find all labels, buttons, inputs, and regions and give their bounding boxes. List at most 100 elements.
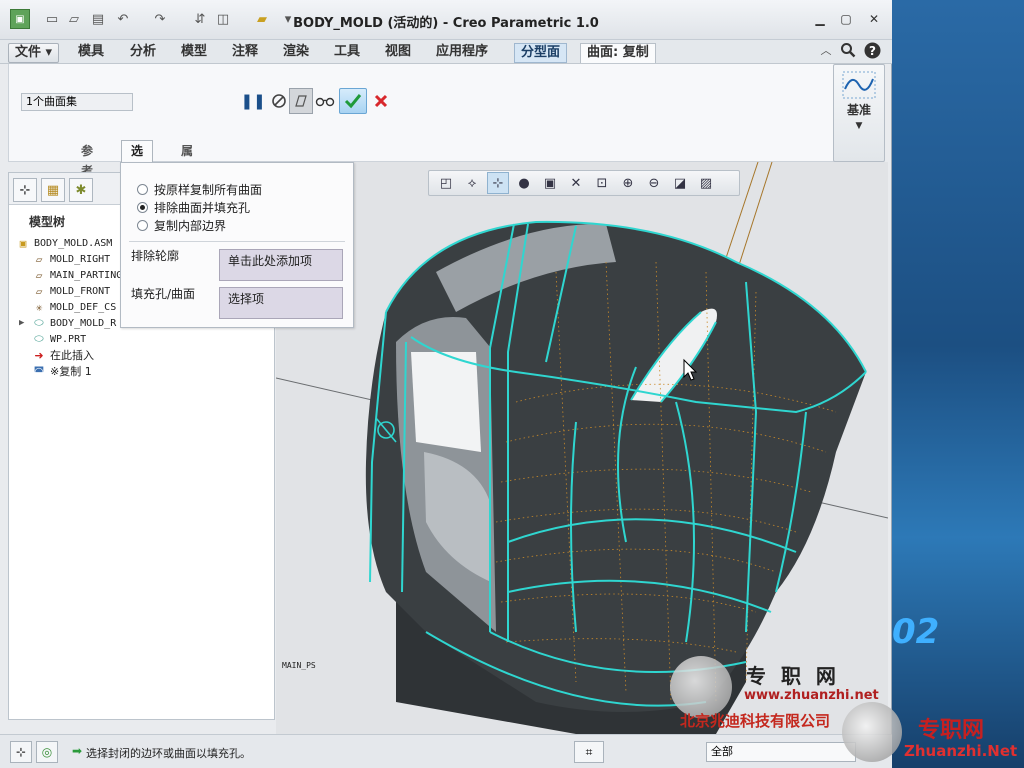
tree-item-label: MOLD_DEF_CS xyxy=(50,301,117,313)
fill-holes-collector[interactable]: 选择项 xyxy=(219,287,343,319)
toggle-navigator-icon[interactable]: ⊹ xyxy=(10,741,32,763)
find-icon[interactable]: ⌗ xyxy=(574,741,604,763)
radio-copy-inner-indicator[interactable] xyxy=(137,219,148,231)
tree-item-label: WP.PRT xyxy=(50,333,87,345)
tab-analysis[interactable]: 分析 xyxy=(124,43,162,63)
favorites-tab-icon[interactable]: ✱ xyxy=(69,178,93,202)
tree-item-body-mold-ref[interactable]: ▶ ⬭ BODY_MOLD_R xyxy=(19,315,116,331)
creo-window: ▣ ▭ ▱ ▤ ↶ ↷ ⇵ ◫ ▰ ▾ BODY_MOLD (活动的) - Cr… xyxy=(0,0,892,768)
tree-item-wp-prt[interactable]: ⬭ WP.PRT xyxy=(31,331,86,347)
title-bar: ▣ ▭ ▱ ▤ ↶ ↷ ⇵ ◫ ▰ ▾ BODY_MOLD (活动的) - Cr… xyxy=(0,0,892,40)
display-style-icon[interactable]: ● xyxy=(513,172,535,194)
radio-copy-inner-boundary[interactable]: 复制内部边界 xyxy=(137,217,226,233)
tree-item-label: BODY_MOLD_R xyxy=(50,317,117,329)
model-tree-title: 模型树 xyxy=(29,215,66,229)
tree-item-label: MAIN_PARTING xyxy=(50,269,123,281)
exclude-contours-collector[interactable]: 单击此处添加项 xyxy=(219,249,343,281)
model-tree-tab-icon[interactable]: ⊹ xyxy=(13,178,37,202)
subtab-properties[interactable]: 属性 xyxy=(171,140,203,178)
part-icon: ⬭ xyxy=(34,332,44,345)
tree-item-label: BODY_MOLD.ASM xyxy=(34,237,113,249)
zoom-in-icon[interactable]: ⊕ xyxy=(617,172,639,194)
tree-item-mold-front[interactable]: ▱ MOLD_FRONT xyxy=(31,283,111,299)
status-bar: ⊹ ◎ ➡ 选择封闭的边环或曲面以填充孔。 ⌗ 全部 xyxy=(0,734,892,768)
radio-exclude-fill-indicator[interactable] xyxy=(137,201,148,213)
selection-filter[interactable]: 全部 xyxy=(706,742,856,762)
datum-dropdown-icon[interactable]: ▼ xyxy=(834,121,884,131)
options-panel: 按原样复制所有曲面 排除曲面并填充孔 复制内部边界 排除轮廓 单击此处添加项 填… xyxy=(120,162,354,328)
expand-arrow-icon[interactable]: ▶ xyxy=(19,318,31,328)
minimize-icon[interactable]: ▁ xyxy=(810,10,830,28)
desktop-background xyxy=(892,0,1024,768)
cancel-button[interactable] xyxy=(369,88,393,114)
tab-annotate[interactable]: 注释 xyxy=(226,43,264,63)
radio-copy-all-label: 按原样复制所有曲面 xyxy=(154,182,263,197)
datum-button[interactable]: 基准 ▼ xyxy=(833,64,885,162)
tree-item-label: MOLD_RIGHT xyxy=(50,253,111,265)
tree-item-assembly[interactable]: ▣ BODY_MOLD.ASM xyxy=(15,235,113,251)
verify-glasses-icon[interactable] xyxy=(313,88,337,114)
file-menu[interactable]: 文件 ▾ xyxy=(8,43,60,63)
static-preview-icon[interactable] xyxy=(289,88,313,114)
no-preview-icon[interactable] xyxy=(267,88,291,114)
surface-set-collector[interactable]: 1个曲面集 xyxy=(21,93,133,111)
radio-copy-all-indicator[interactable] xyxy=(137,183,148,195)
folder-browser-tab-icon[interactable]: ▦ xyxy=(41,178,65,202)
desktop-number: 02 xyxy=(892,612,940,652)
repaint-icon[interactable]: ◪ xyxy=(669,172,691,194)
coordinate-system-icon: ✳ xyxy=(35,300,43,314)
datum-curve-icon xyxy=(842,71,876,99)
datum-plane-icon: ▱ xyxy=(35,252,43,266)
part-icon: ⬭ xyxy=(34,316,44,329)
subtab-references[interactable]: 参考 xyxy=(71,140,103,178)
tab-surface-copy[interactable]: 曲面: 复制 xyxy=(580,43,656,63)
tree-item-main-parting[interactable]: ▱ MAIN_PARTING xyxy=(31,267,123,283)
graphics-window[interactable]: MAIN_PS xyxy=(276,162,888,734)
maximize-icon[interactable]: ▢ xyxy=(836,10,856,28)
coordinate-display-icon[interactable]: ✕ xyxy=(565,172,587,194)
copy-dashboard: 1个曲面集 ❚❚ 参考 选项 属性 xyxy=(8,64,884,178)
spin-center-icon[interactable]: ⊹ xyxy=(487,172,509,194)
tab-model[interactable]: 模型 xyxy=(175,43,213,63)
tree-item-mold-right[interactable]: ▱ MOLD_RIGHT xyxy=(31,251,111,267)
watermark-brand-2: 专职网 xyxy=(918,718,985,743)
zoom-out-icon[interactable]: ⊖ xyxy=(643,172,665,194)
tree-item-label: 在此插入 xyxy=(50,349,94,362)
radio-copy-all[interactable]: 按原样复制所有曲面 xyxy=(137,181,262,197)
help-icon[interactable]: ? xyxy=(862,40,882,60)
graphics-toolbar: ◰ ⟡ ⊹ ● ▣ ✕ ⊡ ⊕ ⊖ ◪ ▨ xyxy=(428,170,740,196)
annotation-display-icon[interactable]: ▨ xyxy=(695,172,717,194)
watermark-company: 北京兆迪科技有限公司 xyxy=(680,712,831,730)
insert-arrow-icon: ➜ xyxy=(34,348,44,362)
toggle-browser-icon[interactable]: ◎ xyxy=(36,741,58,763)
subtab-options[interactable]: 选项 xyxy=(121,140,154,178)
exclude-contours-label: 排除轮廓 xyxy=(131,249,180,263)
tab-mold[interactable]: 模具 xyxy=(72,43,110,63)
window-title: BODY_MOLD (活动的) - Creo Parametric 1.0 xyxy=(293,16,599,31)
radio-exclude-fill[interactable]: 排除曲面并填充孔 xyxy=(137,199,250,215)
svg-text:?: ? xyxy=(869,44,876,58)
watermark-globe-icon xyxy=(670,656,732,718)
close-icon[interactable]: ✕ xyxy=(864,10,884,28)
tree-item-label: MOLD_FRONT xyxy=(50,285,111,297)
model-viewport: MAIN_PS xyxy=(276,162,888,734)
zoom-window-icon[interactable]: ⊡ xyxy=(591,172,613,194)
minimize-ribbon-icon[interactable]: ︿ xyxy=(816,40,836,60)
tree-item-insert-here[interactable]: ➜ 在此插入 xyxy=(31,347,94,363)
search-icon[interactable] xyxy=(838,40,858,60)
radio-copy-inner-label: 复制内部边界 xyxy=(154,218,227,233)
refit-view-icon[interactable]: ◰ xyxy=(435,172,457,194)
tab-tools[interactable]: 工具 xyxy=(328,43,366,63)
tab-parting-surface[interactable]: 分型面 xyxy=(514,43,568,63)
datum-display-icon[interactable]: ⟡ xyxy=(461,172,483,194)
status-message: 选择封闭的边环或曲面以填充孔。 xyxy=(86,747,251,760)
saved-views-icon[interactable]: ▣ xyxy=(539,172,561,194)
tab-applications[interactable]: 应用程序 xyxy=(430,43,494,63)
tree-item-mold-def-cs[interactable]: ✳ MOLD_DEF_CS xyxy=(31,299,117,315)
tab-view[interactable]: 视图 xyxy=(379,43,417,63)
ok-button[interactable] xyxy=(339,88,367,114)
watermark-url-2: Zhuanzhi.Net xyxy=(904,742,1018,760)
pause-icon[interactable]: ❚❚ xyxy=(240,88,265,114)
tab-render[interactable]: 渲染 xyxy=(277,43,315,63)
tree-item-copy-1[interactable]: ◚ ※复制 1 xyxy=(31,363,92,379)
